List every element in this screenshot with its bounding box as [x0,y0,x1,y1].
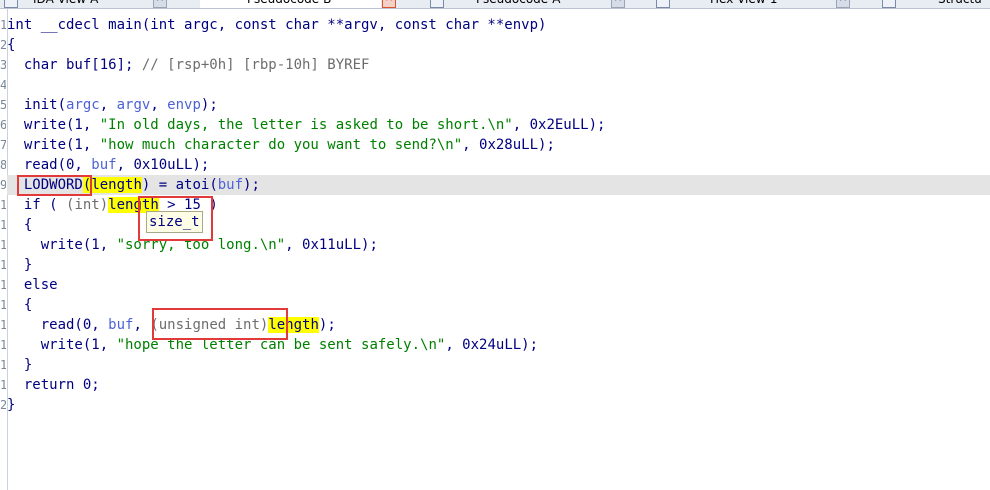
brace: { [7,217,33,233]
structures-icon [882,0,896,8]
close-icon[interactable]: × [836,0,850,8]
annotation-box-tooltip [138,196,213,241]
line-number: 9 [0,178,6,192]
call-read: read(0, [7,157,92,173]
view-icon [4,0,18,8]
code-line-blank[interactable] [7,75,990,95]
line-number: 13 [0,258,6,272]
tab-hex-view-1[interactable]: Hex View-1 [710,0,778,8]
if-keyword: if ( [7,197,67,213]
pseudocode-icon [430,0,444,8]
call-write: write(1, [7,137,100,153]
line-number: 6 [0,118,6,132]
line-number: 3 [0,58,6,72]
buf-declaration: char buf[16]; [7,57,142,73]
line-number: 4 [0,78,6,92]
comma: , [150,97,168,113]
function-signature: int __cdecl main(int argc, const char **… [7,17,547,33]
close-icon[interactable]: × [153,0,167,8]
code-line-current[interactable]: LODWORD(length) = atoi(buf); [7,175,990,195]
tab-structures[interactable]: Structu [938,0,982,8]
line-number: 16 [0,318,6,332]
close-paren: ); [243,177,260,193]
code-line[interactable]: char buf[16]; // [rsp+0h] [rbp-10h] BYRE… [7,55,990,75]
code-line[interactable]: } [7,355,990,375]
annotation-box-unsigned-cast [152,308,288,340]
code-line[interactable]: write(1, "In old days, the letter is ask… [7,115,990,135]
code-line[interactable]: else [7,275,990,295]
int-cast: (int) [66,197,109,213]
brace: { [7,297,33,313]
else-keyword: else [7,277,58,293]
tab-pseudocode-b[interactable]: Pseudocode-B [200,0,382,8]
line-number: 1 [0,18,6,32]
var-length-highlighted[interactable]: length [91,177,142,193]
call-init: init( [7,97,67,113]
brace: } [7,397,16,413]
line-number: 18 [0,358,6,372]
code-line[interactable]: init(argc, argv, envp); [7,95,990,115]
line-number: 11 [0,218,6,232]
call-write: write(1, [7,117,100,133]
line-number: 17 [0,338,6,352]
brace: } [7,257,33,273]
tab-bar: IDA View-A × Pseudocode-B × Pseudocode-A… [0,0,990,9]
close-paren: ); [200,97,218,113]
tab-pseudocode-a[interactable]: Pseudocode-A [476,0,560,8]
line-number: 12 [0,238,6,252]
line-number: 19 [0,378,6,392]
close-paren: ); [318,317,336,333]
line-number: 10 [0,198,6,212]
var-buf[interactable]: buf [218,177,243,193]
var-argv[interactable]: argv [117,97,151,113]
line-number: 8 [0,158,6,172]
line-number: 2 [0,38,6,52]
size-arg: , 0x11uLL); [285,237,378,253]
close-icon[interactable]: × [611,0,625,8]
line-number: 5 [0,98,6,112]
line-number: 7 [0,138,6,152]
code-line[interactable]: int __cdecl main(int argc, const char **… [7,15,990,35]
code-line[interactable]: } [7,255,990,275]
var-buf[interactable]: buf [108,317,133,333]
call-atoi: ) = atoi( [141,177,218,193]
brace: } [7,357,33,373]
stack-comment: // [rsp+0h] [rbp-10h] BYREF [141,57,370,73]
var-buf[interactable]: buf [91,157,116,173]
line-number: 15 [0,298,6,312]
line-number: 14 [0,278,6,292]
tab-ida-view-a[interactable]: IDA View-A [33,0,98,8]
return-statement: return 0; [7,377,100,393]
comma: , [99,97,117,113]
var-envp[interactable]: envp [167,97,201,113]
var-argc[interactable]: argc [66,97,100,113]
call-write: write(1, [7,237,117,253]
size-arg: , 0x24uLL); [445,337,539,353]
size-arg: , 0x28uLL); [462,137,555,153]
code-line[interactable]: } [7,395,990,415]
code-line[interactable]: return 0; [7,375,990,395]
code-line[interactable]: { [7,35,990,55]
size-arg: , 0x10uLL); [116,157,210,173]
line-number: 20 [0,398,6,412]
annotation-box-lodword [17,175,92,196]
string-literal: "how much character do you want to send?… [99,137,463,153]
code-line[interactable]: read(0, buf, 0x10uLL); [7,155,990,175]
string-literal: "In old days, the letter is asked to be … [99,117,513,133]
brace: { [7,37,16,53]
call-write: write(1, [7,337,117,353]
size-arg: , 0x2EuLL); [512,117,606,133]
close-icon[interactable]: × [382,0,396,8]
code-line[interactable]: write(1, "how much character do you want… [7,135,990,155]
call-read: read(0, [7,317,109,333]
hex-view-icon [656,0,670,8]
comma: , [133,317,151,333]
